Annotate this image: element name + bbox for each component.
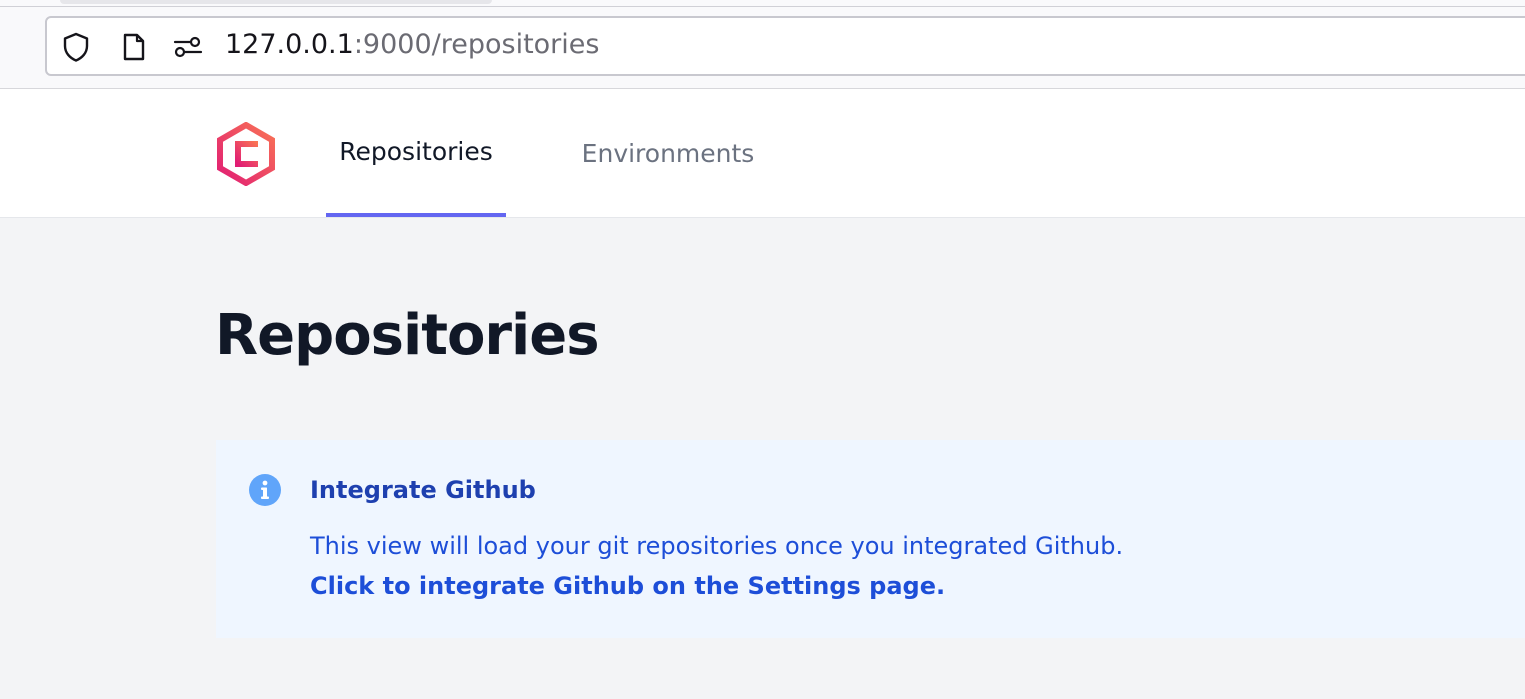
app-logo[interactable] xyxy=(217,121,277,187)
url-text[interactable]: 127.0.0.1:9000/repositories xyxy=(225,29,599,60)
info-alert: Integrate Github This view will load you… xyxy=(216,440,1525,638)
app-navbar: Repositories Environments xyxy=(0,89,1525,218)
settings-link[interactable]: Click to integrate Github on the Setting… xyxy=(310,572,945,600)
browser-toolbar: 127.0.0.1:9000/repositories xyxy=(0,0,1525,89)
address-bar[interactable]: 127.0.0.1:9000/repositories xyxy=(45,16,1525,76)
alert-message: This view will load your git repositorie… xyxy=(310,532,1124,560)
nav-tab-repositories[interactable]: Repositories xyxy=(326,89,506,217)
page-title: Repositories xyxy=(215,303,600,368)
info-icon xyxy=(249,474,281,506)
alert-title: Integrate Github xyxy=(310,476,536,504)
shield-icon[interactable] xyxy=(61,32,91,62)
nav-tab-label: Repositories xyxy=(339,136,493,166)
nav-tab-environments[interactable]: Environments xyxy=(568,89,768,217)
url-path: :9000/repositories xyxy=(353,29,600,60)
url-host: 127.0.0.1 xyxy=(225,29,354,60)
permissions-icon[interactable] xyxy=(173,32,203,62)
toolbar-divider xyxy=(0,6,1525,7)
page-icon[interactable] xyxy=(119,32,149,62)
nav-tab-label: Environments xyxy=(581,138,755,168)
browser-tab-edge xyxy=(60,0,492,4)
